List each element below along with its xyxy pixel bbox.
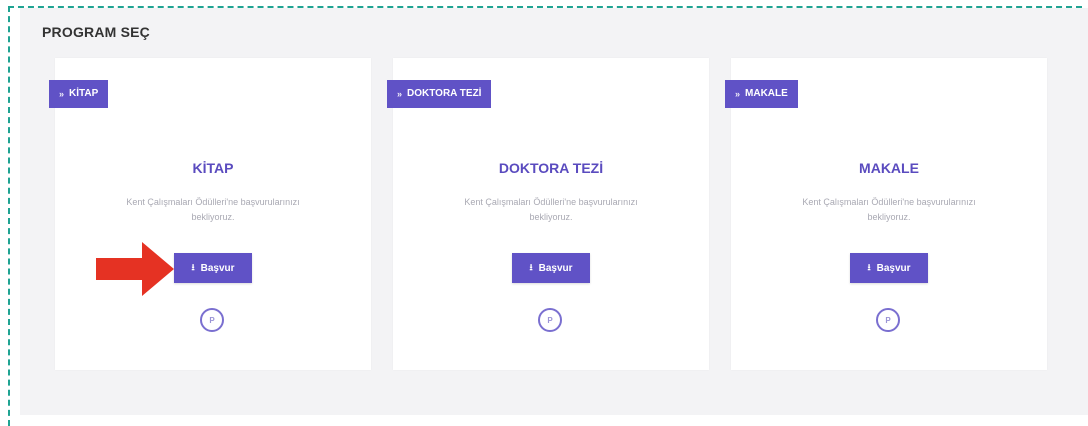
download-icon: ⭳ bbox=[191, 262, 195, 272]
apply-button-doktora-tezi[interactable]: ⭳ Başvur bbox=[512, 253, 590, 283]
program-card-makale: » MAKALE MAKALE Kent Çalışmaları Ödüller… bbox=[725, 58, 1047, 370]
download-icon: ⭳ bbox=[529, 262, 533, 272]
card-ribbon: » MAKALE bbox=[725, 80, 798, 108]
ribbon-label: KİTAP bbox=[69, 88, 99, 99]
ribbon-label: MAKALE bbox=[745, 88, 788, 99]
double-chevron-right-icon: » bbox=[59, 89, 64, 99]
double-chevron-right-icon: » bbox=[735, 89, 740, 99]
program-card-doktora-tezi: » DOKTORA TEZİ DOKTORA TEZİ Kent Çalışma… bbox=[387, 58, 709, 370]
card-description: Kent Çalışmaları Ödülleri'ne başvuruları… bbox=[802, 197, 976, 222]
apply-button-label: Başvur bbox=[876, 262, 911, 274]
card-title: KİTAP bbox=[192, 160, 234, 176]
red-arrow-icon bbox=[96, 242, 174, 296]
ribbon-label: DOKTORA TEZİ bbox=[407, 88, 482, 99]
apply-button-label: Başvur bbox=[538, 262, 573, 274]
card-ribbon: » DOKTORA TEZİ bbox=[387, 80, 492, 108]
apply-button-kitap[interactable]: ⭳ Başvur bbox=[174, 253, 252, 283]
circle-p-icon[interactable]: P bbox=[538, 308, 562, 332]
card-description: Kent Çalışmaları Ödülleri'ne başvuruları… bbox=[126, 197, 300, 222]
double-chevron-right-icon: » bbox=[397, 89, 402, 99]
red-arrow-shape bbox=[96, 242, 174, 296]
card-title: DOKTORA TEZİ bbox=[498, 160, 604, 176]
download-icon: ⭳ bbox=[867, 262, 871, 272]
card-description: Kent Çalışmaları Ödülleri'ne başvuruları… bbox=[464, 197, 638, 222]
circle-p-icon[interactable]: P bbox=[876, 308, 900, 332]
card-title: MAKALE bbox=[859, 160, 919, 176]
program-card-kitap: » KİTAP KİTAP Kent Çalışmaları Ödülleri'… bbox=[49, 58, 371, 370]
section-title: PROGRAM SEÇ bbox=[42, 24, 150, 40]
apply-button-label: Başvur bbox=[200, 262, 235, 274]
circle-p-icon[interactable]: P bbox=[200, 308, 224, 332]
apply-button-makale[interactable]: ⭳ Başvur bbox=[850, 253, 928, 283]
card-ribbon: » KİTAP bbox=[49, 80, 109, 108]
